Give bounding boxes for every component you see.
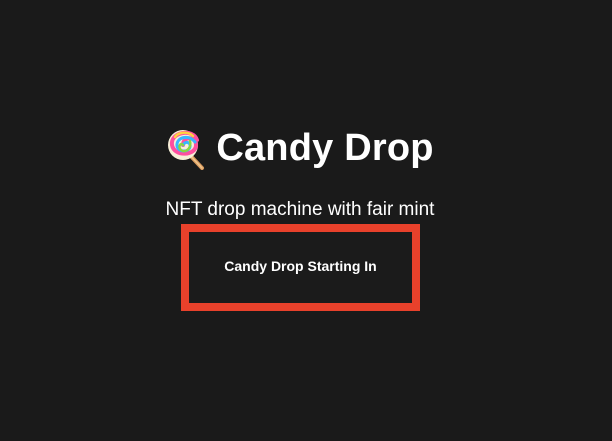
lollipop-icon: [168, 130, 205, 170]
app-title: Candy Drop: [216, 127, 434, 169]
candy-drop-starting-button[interactable]: Candy Drop Starting In: [181, 224, 420, 311]
app-root: Candy Drop NFT drop machine with fair mi…: [0, 0, 612, 441]
header: Candy Drop: [0, 126, 600, 170]
candy-drop-starting-label: Candy Drop Starting In: [224, 257, 377, 274]
app-subtitle: NFT drop machine with fair mint: [165, 199, 435, 220]
